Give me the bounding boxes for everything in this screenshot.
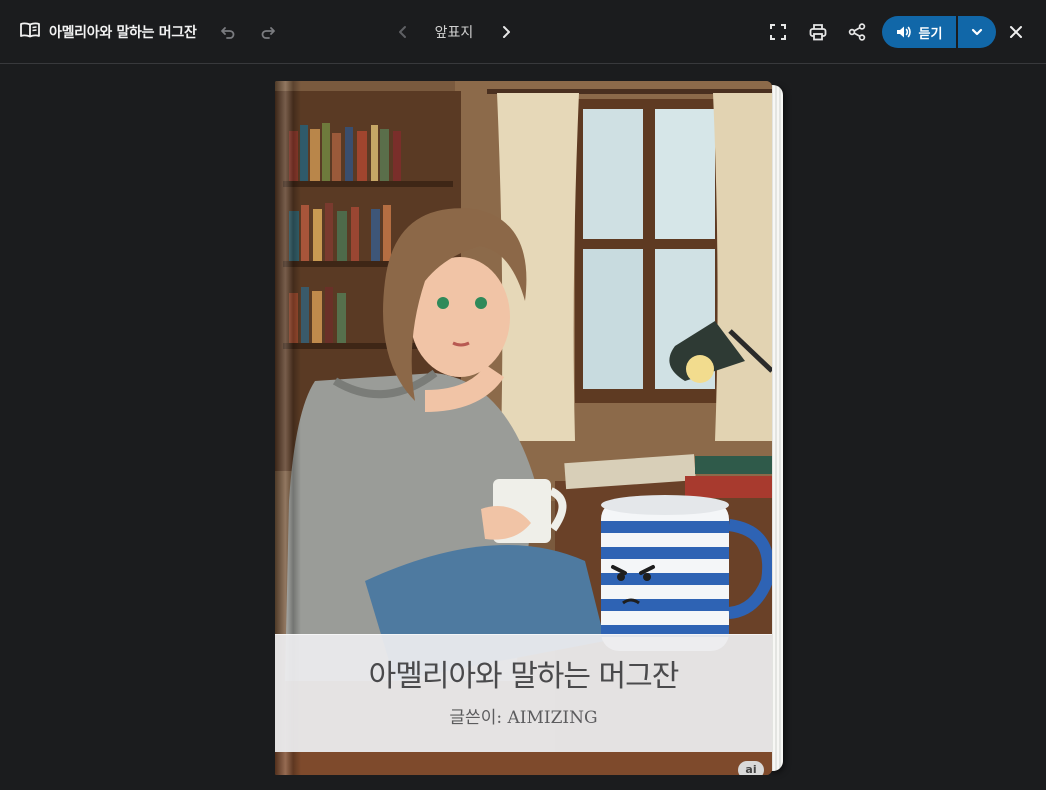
chevron-down-icon xyxy=(971,28,983,36)
close-icon xyxy=(1010,26,1022,38)
previous-page-button[interactable] xyxy=(389,18,417,46)
book-cover: 아멜리아와 말하는 머그잔 글쓴이: AIMIZING ai xyxy=(275,81,772,775)
document-title-group: 아멜리아와 말하는 머그잔 xyxy=(20,20,197,44)
chevron-left-icon xyxy=(399,26,406,38)
listen-label: 듣기 xyxy=(918,26,943,42)
book-open-icon xyxy=(20,21,40,43)
book-author: 글쓴이: AIMIZING xyxy=(449,708,598,728)
redo-button[interactable] xyxy=(254,18,282,46)
page-indicator: 앞표지 xyxy=(434,25,474,41)
share-button[interactable] xyxy=(843,18,871,46)
ai-badge: ai xyxy=(738,761,764,775)
document-title: 아멜리아와 말하는 머그잔 xyxy=(49,25,197,41)
book-title: 아멜리아와 말하는 머그잔 xyxy=(368,659,680,694)
fullscreen-button[interactable] xyxy=(764,18,792,46)
share-icon xyxy=(848,23,866,41)
listen-options-button[interactable] xyxy=(958,16,996,48)
undo-icon xyxy=(221,27,235,39)
fullscreen-icon xyxy=(770,24,786,40)
close-button[interactable] xyxy=(1002,18,1030,46)
book-viewer[interactable]: 아멜리아와 말하는 머그잔 글쓴이: AIMIZING ai xyxy=(275,81,783,775)
listen-button[interactable]: 듣기 xyxy=(882,16,956,48)
print-button[interactable] xyxy=(804,18,832,46)
cover-title-panel: 아멜리아와 말하는 머그잔 글쓴이: AIMIZING xyxy=(275,634,772,752)
top-toolbar: 아멜리아와 말하는 머그잔 앞표지 듣기 xyxy=(0,0,1046,64)
redo-icon xyxy=(261,27,275,39)
chevron-right-icon xyxy=(503,26,510,38)
speaker-icon xyxy=(896,26,911,38)
next-page-button[interactable] xyxy=(492,18,520,46)
listen-control: 듣기 xyxy=(882,16,996,48)
undo-button[interactable] xyxy=(214,18,242,46)
printer-icon xyxy=(809,24,827,41)
